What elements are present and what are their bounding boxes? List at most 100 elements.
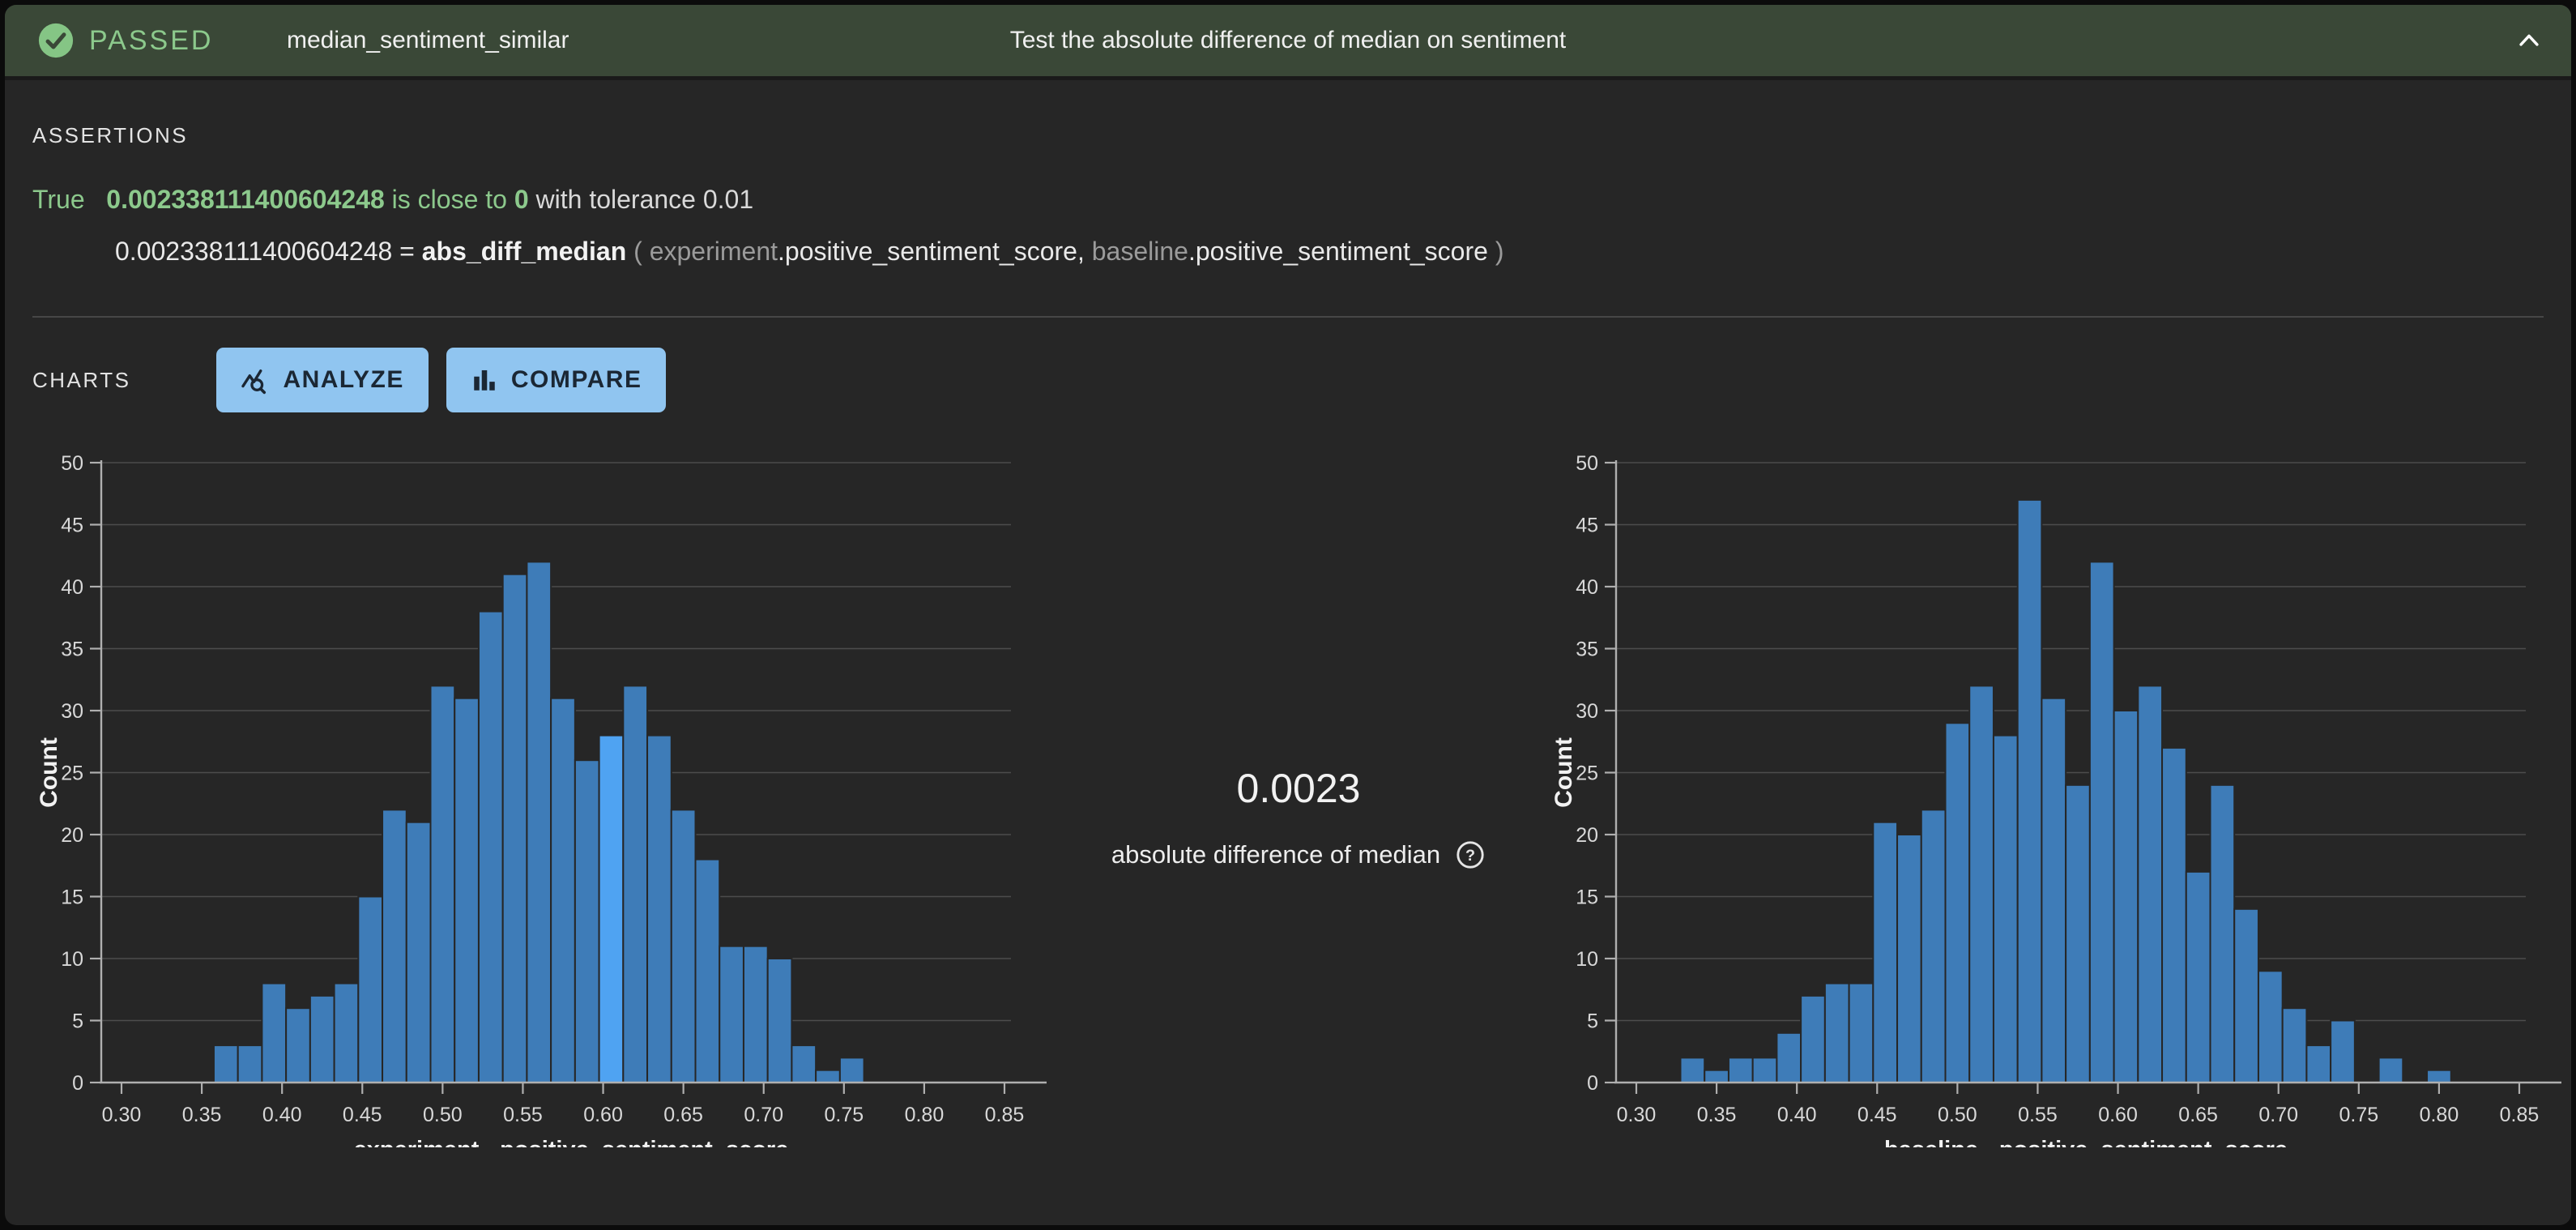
histogram-bar[interactable] xyxy=(238,1045,262,1083)
x-tick-label: 0.35 xyxy=(1697,1104,1737,1126)
histogram-bar[interactable] xyxy=(407,822,431,1083)
histogram-bar[interactable] xyxy=(1776,1033,1801,1083)
histogram-bar[interactable] xyxy=(551,698,575,1083)
histogram-bar[interactable] xyxy=(431,685,455,1083)
histogram-bar[interactable] xyxy=(1946,723,1970,1083)
histogram-bar[interactable] xyxy=(2331,1021,2355,1083)
formula-open-paren: ( xyxy=(626,237,649,266)
histogram-bar[interactable] xyxy=(1921,809,1946,1083)
y-tick-label: 40 xyxy=(61,576,83,599)
x-tick-label: 0.85 xyxy=(985,1104,1025,1126)
histogram-bar[interactable] xyxy=(647,736,672,1083)
status-group: PASSED xyxy=(37,22,213,59)
histogram-bar[interactable] xyxy=(2090,562,2114,1083)
formula-close-paren: ) xyxy=(1488,237,1504,266)
histogram-bar[interactable] xyxy=(816,1070,840,1083)
histogram-bar[interactable] xyxy=(2018,500,2042,1083)
histogram-bar[interactable] xyxy=(791,1045,816,1083)
histogram-bar[interactable] xyxy=(1729,1057,1753,1083)
help-question-icon[interactable]: ? xyxy=(1455,839,1486,870)
histogram-bar[interactable] xyxy=(2186,872,2211,1083)
histogram-bar[interactable] xyxy=(382,809,407,1083)
y-tick-label: 20 xyxy=(61,824,83,847)
y-tick-label: 30 xyxy=(61,700,83,723)
histogram-bar[interactable] xyxy=(1825,984,1849,1083)
histogram-bar[interactable] xyxy=(214,1045,238,1083)
histogram-bar[interactable] xyxy=(744,946,768,1083)
y-tick-label: 25 xyxy=(1576,762,1598,785)
charts-toolbar: CHARTS ANALYZE COMPARE xyxy=(32,346,666,414)
histogram-bar[interactable] xyxy=(335,984,359,1083)
histogram-bar[interactable] xyxy=(2041,698,2066,1083)
histogram-bar[interactable] xyxy=(719,946,744,1083)
histogram-bar[interactable] xyxy=(623,685,647,1083)
x-tick-label: 0.65 xyxy=(663,1104,703,1126)
histogram-bar[interactable] xyxy=(262,984,286,1083)
x-tick-label: 0.40 xyxy=(262,1104,302,1126)
y-tick-label: 5 xyxy=(72,1010,83,1033)
y-tick-label: 15 xyxy=(1576,886,1598,909)
highlighted-histogram-bar[interactable] xyxy=(599,736,624,1083)
histogram-bar[interactable] xyxy=(1681,1057,1705,1083)
histogram-bar[interactable] xyxy=(768,959,792,1083)
x-tick-label: 0.40 xyxy=(1777,1104,1817,1126)
x-tick-label: 0.70 xyxy=(744,1104,783,1126)
histogram-bar[interactable] xyxy=(2114,711,2139,1083)
x-tick-label: 0.55 xyxy=(503,1104,543,1126)
charts-section-label: CHARTS xyxy=(32,368,130,393)
histogram-bar[interactable] xyxy=(695,860,719,1083)
histogram-bar[interactable] xyxy=(672,809,696,1083)
assertion-result-line: True 0.002338111400604248 is close to 0 … xyxy=(32,185,753,215)
y-tick-label: 35 xyxy=(61,638,83,661)
histogram-bar[interactable] xyxy=(503,574,527,1083)
y-tick-label: 5 xyxy=(1587,1010,1598,1033)
analyze-button-label: ANALYZE xyxy=(283,366,403,394)
y-tick-label: 50 xyxy=(61,452,83,475)
formula-equals: = xyxy=(392,237,421,266)
histogram-bar[interactable] xyxy=(527,562,551,1083)
histogram-baseline: 051015202530354045500.300.350.400.450.50… xyxy=(1547,442,2564,1147)
histogram-bar[interactable] xyxy=(1873,822,1897,1083)
histogram-bar[interactable] xyxy=(454,698,479,1083)
histogram-experiment: 051015202530354045500.300.350.400.450.50… xyxy=(32,442,1049,1147)
histogram-bar[interactable] xyxy=(2379,1057,2403,1083)
histogram-bar[interactable] xyxy=(1994,736,2018,1083)
assertion-formula-line: 0.002338111400604248 = abs_diff_median (… xyxy=(115,237,1503,267)
histogram-bar[interactable] xyxy=(479,612,503,1083)
histogram-bar[interactable] xyxy=(840,1057,864,1083)
histogram-bar[interactable] xyxy=(1704,1070,1729,1083)
y-tick-label: 35 xyxy=(1576,638,1598,661)
x-tick-label: 0.65 xyxy=(2178,1104,2218,1126)
formula-arg2-field: .positive_sentiment_score xyxy=(1188,237,1488,266)
histogram-bar[interactable] xyxy=(2162,748,2186,1083)
assertion-target: 0 xyxy=(514,185,529,214)
x-tick-label: 0.50 xyxy=(423,1104,463,1126)
histogram-bar[interactable] xyxy=(2138,685,2162,1083)
histogram-bar[interactable] xyxy=(358,897,382,1083)
collapse-chevron-up-icon[interactable] xyxy=(2514,26,2544,55)
histogram-bar[interactable] xyxy=(2211,785,2235,1083)
histogram-bar[interactable] xyxy=(2283,1008,2307,1083)
histogram-bar[interactable] xyxy=(2258,971,2283,1083)
histogram-bar[interactable] xyxy=(1849,984,1874,1083)
formula-lhs: 0.002338111400604248 xyxy=(115,237,392,266)
histogram-bar[interactable] xyxy=(2234,909,2258,1083)
test-result-page: { "banner": { "status": "PASSED", "test_… xyxy=(0,0,2576,1230)
histogram-bar[interactable] xyxy=(575,760,599,1083)
histogram-bar[interactable] xyxy=(2066,785,2090,1083)
histogram-bar[interactable] xyxy=(1801,996,1825,1083)
histogram-bar[interactable] xyxy=(2427,1070,2451,1083)
test-name: median_sentiment_similar xyxy=(287,27,569,54)
compare-button[interactable]: COMPARE xyxy=(446,348,667,412)
y-axis-title: Count xyxy=(1550,737,1577,808)
histogram-bar[interactable] xyxy=(1969,685,1994,1083)
histogram-bar[interactable] xyxy=(310,996,335,1083)
histogram-bar[interactable] xyxy=(1897,835,1921,1083)
metric-block: 0.0023 absolute difference of median ? xyxy=(1049,765,1548,870)
formula-arg1-object: experiment xyxy=(650,237,778,266)
analyze-button[interactable]: ANALYZE xyxy=(216,348,428,412)
histogram-bar[interactable] xyxy=(286,1008,310,1083)
histogram-bar[interactable] xyxy=(2306,1045,2331,1083)
histogram-bar[interactable] xyxy=(1753,1057,1777,1083)
formula-function-name: abs_diff_median xyxy=(422,237,627,266)
